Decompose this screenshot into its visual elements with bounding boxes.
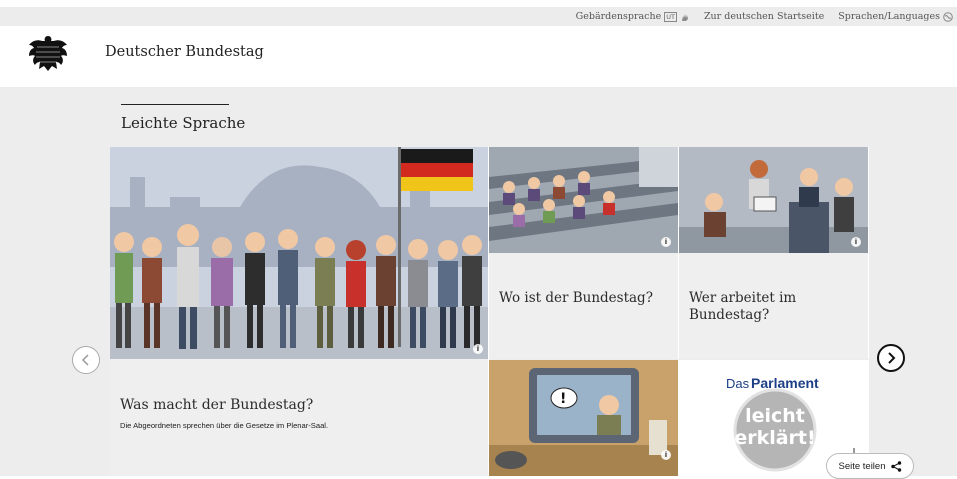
site-header: Deutscher Bundestag	[0, 26, 957, 86]
carousel-next-button[interactable]	[877, 344, 905, 372]
carousel-prev-button[interactable]	[72, 346, 100, 374]
info-icon[interactable]: i	[661, 237, 671, 247]
section-title: Leichte Sprache	[121, 114, 246, 132]
badge-line2: erklärt!	[734, 427, 815, 449]
site-title[interactable]: Deutscher Bundestag	[105, 44, 264, 60]
languages-link[interactable]: Sprachen/Languages	[838, 11, 953, 22]
speaker-at-podium-illustration	[679, 147, 868, 253]
share-page-button[interactable]: Seite teilen	[826, 453, 914, 479]
tile-title[interactable]: Wer arbeitet im Bundestag?	[689, 290, 849, 324]
hand-icon	[681, 13, 688, 21]
section-rule	[121, 104, 229, 105]
bundestag-eagle-logo[interactable]	[27, 33, 69, 73]
service-links: Gebärdensprache UT Zur deutschen Startse…	[576, 11, 953, 22]
computer-screen-illustration: !	[489, 360, 678, 476]
languages-label: Sprachen/Languages	[838, 11, 940, 22]
share-label: Seite teilen	[838, 460, 886, 472]
ut-badge-icon: UT	[664, 11, 677, 22]
service-bar: Gebärdensprache UT Zur deutschen Startse…	[0, 7, 957, 26]
tile-title[interactable]: Wo ist der Bundestag?	[499, 290, 653, 307]
plenary-seats-illustration	[489, 147, 678, 253]
tile-description: Die Abgeordneten sprechen über die Geset…	[120, 421, 329, 430]
globe-icon	[943, 11, 953, 22]
section-header: Leichte Sprache	[0, 87, 957, 145]
logo-das: Das	[726, 376, 750, 391]
teaser-tile-wo-ist[interactable]: i Wo ist der Bundestag?	[489, 147, 679, 359]
sign-language-link[interactable]: Gebärdensprache UT	[576, 11, 690, 22]
tile-title[interactable]: Was macht der Bundestag?	[120, 397, 313, 414]
teaser-tile-wer-arbeitet[interactable]: i Wer arbeitet im Bundestag?	[679, 147, 869, 359]
badge-line1: leicht	[745, 405, 805, 427]
sign-language-label: Gebärdensprache	[575, 11, 662, 22]
logo-parlament: Parlament	[751, 375, 819, 391]
info-icon[interactable]: i	[851, 237, 861, 247]
chevron-right-icon	[888, 352, 896, 364]
teaser-tile-monitor[interactable]: ! i	[489, 360, 679, 476]
teaser-tile-was-macht[interactable]: i Was macht der Bundestag? Die Abgeordne…	[110, 147, 489, 476]
svg-text:!: !	[560, 391, 566, 407]
teaser-carousel: i Was macht der Bundestag? Die Abgeordne…	[0, 145, 957, 476]
group-of-politicians-illustration	[110, 147, 488, 359]
share-icon	[890, 460, 901, 472]
german-home-link[interactable]: Zur deutschen Startseite	[704, 11, 824, 22]
chevron-left-icon	[81, 354, 89, 366]
info-icon[interactable]: i	[661, 450, 671, 460]
info-icon[interactable]: i	[473, 344, 483, 354]
